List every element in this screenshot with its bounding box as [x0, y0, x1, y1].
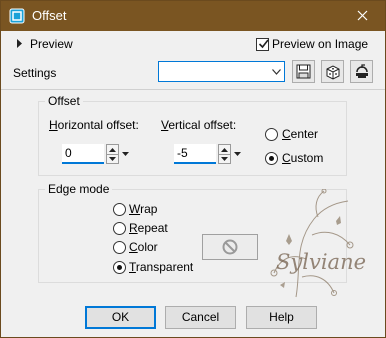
preview-on-image-label[interactable]: Preview on Image — [272, 37, 368, 51]
wrap-radio[interactable] — [113, 203, 126, 216]
center-radio[interactable] — [265, 128, 278, 141]
edge-mode-group-title: Edge mode — [45, 182, 113, 196]
offset-group-title: Offset — [45, 94, 83, 108]
dice-icon — [326, 64, 339, 80]
edge-color-swatch[interactable] — [202, 234, 258, 260]
transparent-radio-label[interactable]: Transparent — [129, 260, 193, 274]
caret-down-icon — [233, 152, 241, 156]
settings-divider — [1, 89, 385, 90]
repeat-radio-label[interactable]: Repeat — [129, 221, 168, 235]
vertical-offset-label: Vertical offset: — [161, 118, 237, 132]
check-icon — [258, 39, 269, 49]
chevron-right-icon[interactable] — [16, 39, 23, 48]
spin-up-icon[interactable] — [107, 145, 118, 154]
settings-preset-combo[interactable] — [158, 61, 285, 82]
spin-up-icon[interactable] — [219, 145, 230, 154]
custom-radio[interactable] — [265, 152, 278, 165]
vertical-offset-spinner[interactable] — [218, 144, 231, 164]
title-bar: Offset — [1, 1, 385, 31]
ok-button[interactable]: OK — [85, 306, 156, 329]
no-color-icon — [222, 239, 238, 255]
combo-dropdown-button[interactable] — [268, 62, 284, 81]
sylviane-watermark: Sylviane — [270, 189, 366, 298]
color-radio-label[interactable]: Color — [129, 240, 158, 254]
wrap-radio-label[interactable]: Wrap — [129, 202, 157, 216]
preview-on-image-checkbox[interactable] — [256, 38, 269, 51]
horizontal-offset-label: Horizontal offset: — [49, 118, 139, 132]
cancel-button[interactable]: Cancel — [165, 306, 236, 329]
spin-down-icon[interactable] — [219, 154, 230, 163]
watermark-text: Sylviane — [276, 250, 366, 274]
horizontal-offset-menu-button[interactable] — [120, 144, 130, 164]
randomize-button[interactable] — [321, 60, 344, 83]
custom-radio-label[interactable]: Custom — [282, 151, 323, 165]
chevron-down-icon — [271, 68, 281, 75]
close-button[interactable] — [339, 1, 385, 30]
horizontal-offset-spinner[interactable] — [106, 144, 119, 164]
settings-label: Settings — [13, 66, 57, 80]
window-title: Offset — [32, 8, 67, 23]
floppy-disk-icon — [296, 64, 311, 79]
app-icon — [9, 8, 25, 24]
reset-button[interactable] — [350, 60, 373, 83]
transparent-radio[interactable] — [113, 261, 126, 274]
horizontal-offset-input[interactable]: 0 — [62, 144, 104, 164]
help-button[interactable]: Help — [246, 306, 317, 329]
spin-down-icon[interactable] — [107, 154, 118, 163]
center-radio-label[interactable]: Center — [282, 127, 318, 141]
vertical-offset-menu-button[interactable] — [232, 144, 242, 164]
preview-toggle-label[interactable]: Preview — [30, 37, 73, 51]
repeat-radio[interactable] — [113, 222, 126, 235]
offset-dialog: Offset Preview Preview on Image Settings — [0, 0, 386, 338]
vertical-offset-input[interactable]: -5 — [174, 144, 216, 164]
color-radio[interactable] — [113, 241, 126, 254]
close-icon — [357, 10, 367, 21]
caret-down-icon — [121, 152, 129, 156]
reset-stamp-icon — [355, 63, 368, 78]
save-preset-button[interactable] — [292, 60, 315, 83]
